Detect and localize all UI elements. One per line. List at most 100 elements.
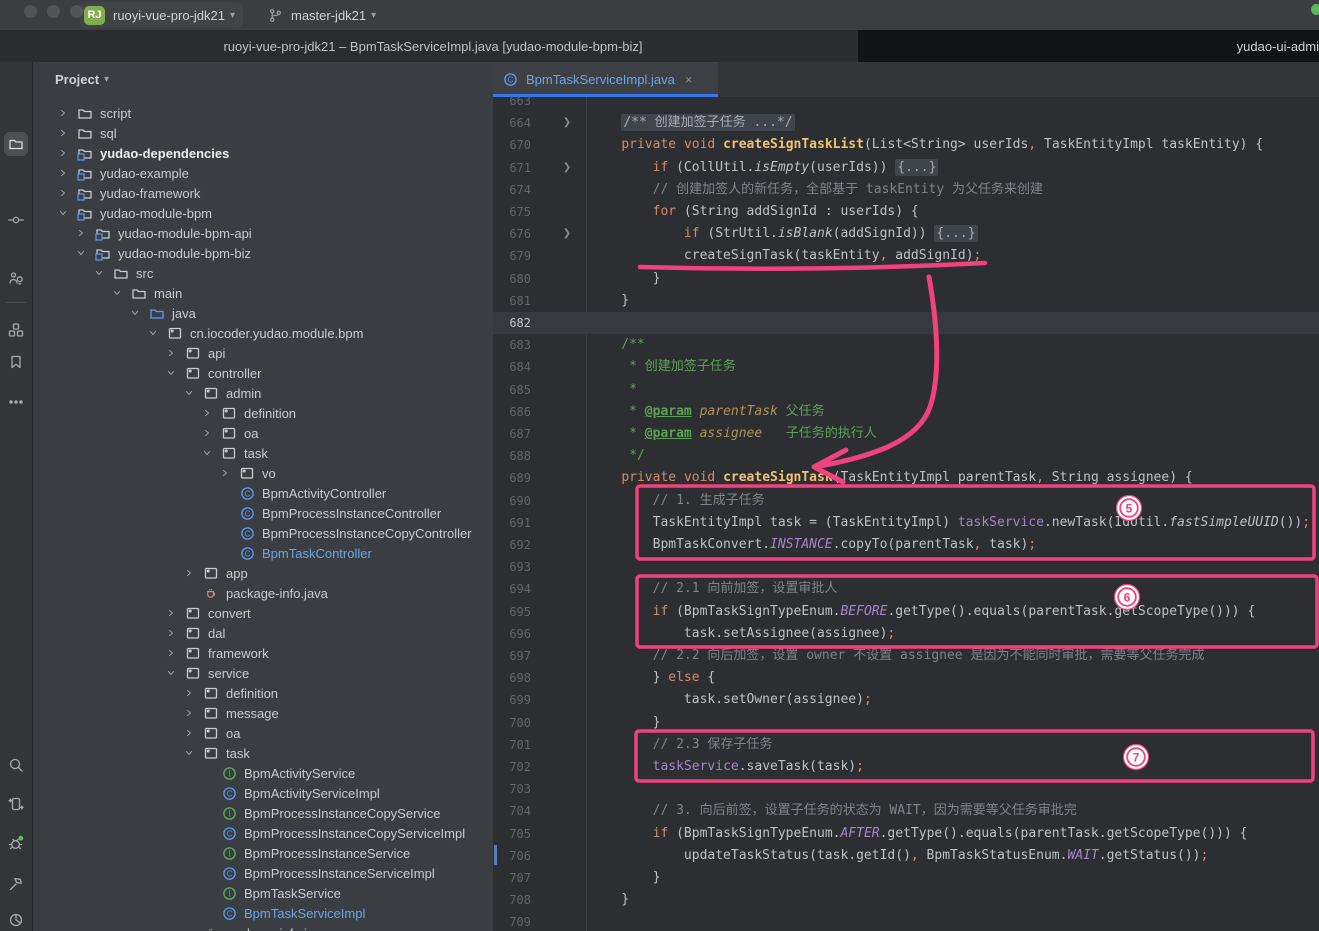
tree-item-BpmProcessInstanceController[interactable]: CBpmProcessInstanceController <box>33 503 493 523</box>
code-line-663[interactable]: 663 <box>493 97 1319 112</box>
code-line-696[interactable]: 696 task.setAssignee(assignee); <box>493 623 1319 645</box>
line-number[interactable]: 687 <box>493 423 531 445</box>
tree-item-api[interactable]: api <box>33 343 493 363</box>
tree-item-yudao-module-bpm-biz[interactable]: yudao-module-bpm-biz <box>33 243 493 263</box>
line-number[interactable]: 682 <box>493 312 531 334</box>
chevron-right-icon[interactable] <box>199 405 215 421</box>
project-panel-header[interactable]: Project ▾ <box>33 62 493 97</box>
line-number[interactable]: 697 <box>493 645 531 667</box>
tree-item-yudao-example[interactable]: yudao-example <box>33 163 493 183</box>
tree-item-main[interactable]: main <box>33 283 493 303</box>
chevron-down-icon[interactable] <box>55 205 71 221</box>
editor-tab[interactable]: C BpmTaskServiceImpl.java × <box>493 62 718 97</box>
chevron-right-icon[interactable] <box>163 625 179 641</box>
line-number[interactable]: 674 <box>493 179 531 201</box>
fold-arrow-icon[interactable]: ❯ <box>559 157 575 179</box>
line-number[interactable]: 683 <box>493 334 531 356</box>
code-line-674[interactable]: 674 // 创建加签人的新任务，全部基于 taskEntity 为父任务来创建 <box>493 179 1319 201</box>
chevron-right-icon[interactable] <box>163 645 179 661</box>
tree-item-package-info.java[interactable]: package-info.java <box>33 583 493 603</box>
debug-icon[interactable] <box>4 831 28 855</box>
code-line-691[interactable]: 691 TaskEntityImpl task = (TaskEntityImp… <box>493 512 1319 534</box>
line-number[interactable]: 702 <box>493 756 531 778</box>
chevron-right-icon[interactable] <box>55 125 71 141</box>
chevron-right-icon[interactable] <box>181 725 197 741</box>
tree-item-BpmTaskServiceImpl[interactable]: CBpmTaskServiceImpl <box>33 903 493 923</box>
chevron-right-icon[interactable] <box>55 105 71 121</box>
tree-item-yudao-module-bpm-api[interactable]: yudao-module-bpm-api <box>33 223 493 243</box>
code-line-695[interactable]: 695 if (BpmTaskSignTypeEnum.BEFORE.getTy… <box>493 601 1319 623</box>
branch-widget[interactable]: master-jdk21 ▾ <box>262 2 382 28</box>
code-line-685[interactable]: 685 * <box>493 379 1319 401</box>
line-number[interactable]: 708 <box>493 889 531 911</box>
chevron-right-icon[interactable] <box>163 605 179 621</box>
code-line-693[interactable]: 693 <box>493 556 1319 578</box>
line-number[interactable]: 686 <box>493 401 531 423</box>
code-line-687[interactable]: 687 * @param assignee 子任务的执行人 <box>493 423 1319 445</box>
tree-item-framework[interactable]: framework <box>33 643 493 663</box>
chevron-down-icon[interactable] <box>199 445 215 461</box>
code-line-698[interactable]: 698 } else { <box>493 667 1319 689</box>
commit-icon[interactable] <box>4 208 28 232</box>
code-line-682[interactable]: 682 <box>493 312 1319 334</box>
chevron-down-icon[interactable] <box>181 385 197 401</box>
profiler-icon[interactable] <box>4 908 28 931</box>
line-number[interactable]: 681 <box>493 290 531 312</box>
chevron-down-icon[interactable] <box>109 285 125 301</box>
chevron-down-icon[interactable] <box>73 245 89 261</box>
code-line-705[interactable]: 705 if (BpmTaskSignTypeEnum.AFTER.getTyp… <box>493 823 1319 845</box>
build-icon[interactable] <box>4 872 28 896</box>
chevron-down-icon[interactable] <box>163 365 179 381</box>
code-line-670[interactable]: 670 private void createSignTaskList(List… <box>493 134 1319 156</box>
code-line-679[interactable]: 679 createSignTask(taskEntity, addSignId… <box>493 245 1319 267</box>
code-line-707[interactable]: 707 } <box>493 867 1319 889</box>
code-line-703[interactable]: 703 <box>493 778 1319 800</box>
code-line-680[interactable]: 680 } <box>493 268 1319 290</box>
code-line-708[interactable]: 708 } <box>493 889 1319 911</box>
line-number[interactable]: 664 <box>493 112 531 134</box>
tree-item-app[interactable]: app <box>33 563 493 583</box>
code-line-688[interactable]: 688 */ <box>493 445 1319 467</box>
line-number[interactable]: 706 <box>493 845 531 867</box>
chevron-right-icon[interactable] <box>181 565 197 581</box>
code-line-690[interactable]: 690 // 1. 生成子任务 <box>493 490 1319 512</box>
code-line-709[interactable]: 709 <box>493 911 1319 931</box>
line-number[interactable]: 670 <box>493 134 531 156</box>
line-number[interactable]: 685 <box>493 379 531 401</box>
line-number[interactable]: 699 <box>493 689 531 711</box>
line-number[interactable]: 701 <box>493 734 531 756</box>
code-line-676[interactable]: 676❯ if (StrUtil.isBlank(addSignId)) {..… <box>493 223 1319 245</box>
line-number[interactable]: 690 <box>493 490 531 512</box>
chevron-right-icon[interactable] <box>163 345 179 361</box>
code-editor[interactable]: 663664❯ /** 创建加签子任务 ...*/670 private voi… <box>493 97 1319 931</box>
tree-item-task[interactable]: task <box>33 743 493 763</box>
line-number[interactable]: 694 <box>493 578 531 600</box>
chevron-right-icon[interactable] <box>199 425 215 441</box>
fold-arrow-icon[interactable]: ❯ <box>559 112 575 134</box>
close-tab-icon[interactable]: × <box>685 72 693 87</box>
tree-item-controller[interactable]: controller <box>33 363 493 383</box>
endpoints-icon[interactable] <box>4 792 28 816</box>
line-number[interactable]: 688 <box>493 445 531 467</box>
code-line-689[interactable]: 689 private void createSignTask(TaskEnti… <box>493 467 1319 489</box>
code-line-701[interactable]: 701 // 2.3 保存子任务 <box>493 734 1319 756</box>
line-number[interactable]: 703 <box>493 778 531 800</box>
chevron-down-icon[interactable] <box>91 265 107 281</box>
line-number[interactable]: 684 <box>493 356 531 378</box>
line-number[interactable]: 705 <box>493 823 531 845</box>
tree-item-vo[interactable]: vo <box>33 463 493 483</box>
line-number[interactable]: 704 <box>493 800 531 822</box>
code-line-684[interactable]: 684 * 创建加签子任务 <box>493 356 1319 378</box>
chevron-down-icon[interactable] <box>145 325 161 341</box>
code-line-700[interactable]: 700 } <box>493 712 1319 734</box>
line-number[interactable]: 692 <box>493 534 531 556</box>
line-number[interactable]: 679 <box>493 245 531 267</box>
line-number[interactable]: 676 <box>493 223 531 245</box>
chevron-right-icon[interactable] <box>73 225 89 241</box>
line-number[interactable]: 698 <box>493 667 531 689</box>
pull-requests-icon[interactable] <box>4 266 28 290</box>
background-window-titlebar[interactable]: yudao-ui-admi <box>858 30 1319 62</box>
tree-item-message[interactable]: message <box>33 703 493 723</box>
tree-item-BpmActivityService[interactable]: IBpmActivityService <box>33 763 493 783</box>
chevron-right-icon[interactable] <box>55 165 71 181</box>
